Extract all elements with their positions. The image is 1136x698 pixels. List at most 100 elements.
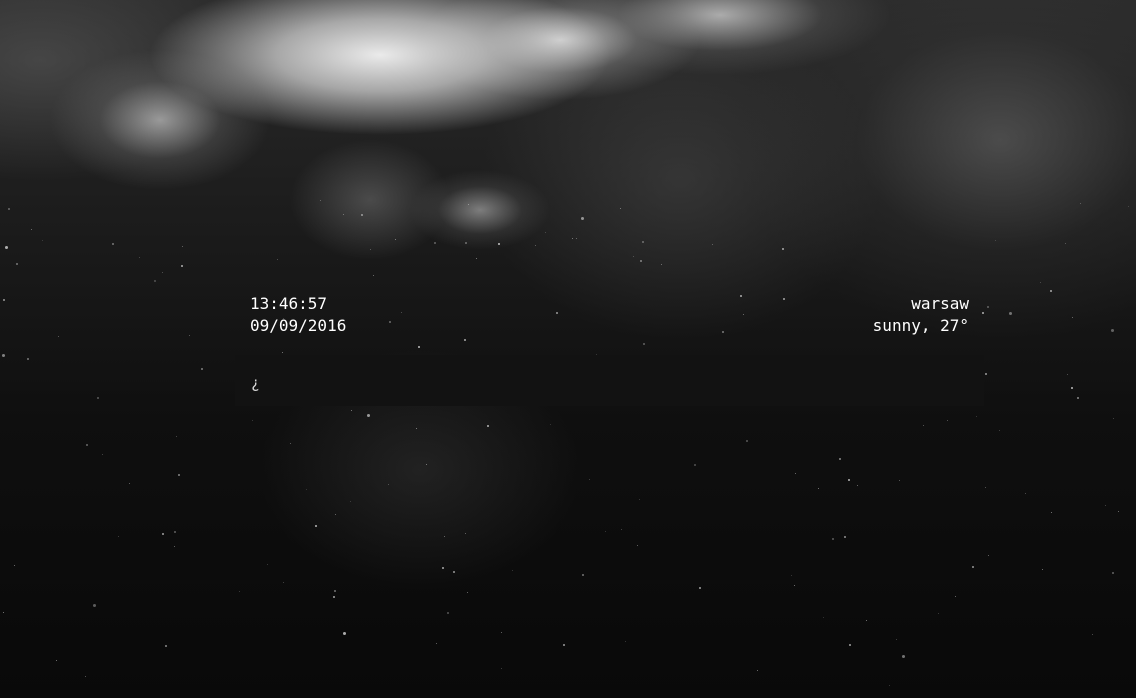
star <box>640 260 642 262</box>
star <box>582 574 584 576</box>
star <box>162 272 163 273</box>
star <box>14 565 15 566</box>
star <box>987 306 989 308</box>
star <box>1067 374 1068 375</box>
star <box>267 564 268 565</box>
star <box>985 487 986 488</box>
star <box>320 200 321 201</box>
star <box>639 499 640 500</box>
star <box>1113 418 1114 419</box>
star <box>58 336 59 337</box>
star <box>343 214 344 215</box>
star <box>976 416 977 417</box>
star <box>350 501 351 502</box>
star <box>896 639 897 640</box>
star <box>174 546 175 547</box>
star <box>97 397 99 399</box>
star <box>85 676 86 677</box>
star <box>849 644 851 646</box>
command-prompt-bar[interactable]: ¿ <box>235 355 984 406</box>
star <box>605 531 606 532</box>
star <box>1009 312 1012 315</box>
star <box>442 567 444 569</box>
star <box>923 425 924 426</box>
star <box>367 414 370 417</box>
star <box>712 244 713 245</box>
clock-block: 13:46:57 09/09/2016 <box>250 293 346 337</box>
star <box>8 208 10 210</box>
weather-city: warsaw <box>911 294 969 313</box>
star <box>572 238 573 239</box>
star <box>694 464 696 466</box>
star <box>512 570 513 571</box>
star <box>162 533 164 535</box>
star <box>315 525 317 527</box>
star <box>290 443 291 444</box>
star <box>795 473 796 474</box>
star <box>633 256 634 257</box>
star <box>1042 569 1043 570</box>
star <box>782 248 784 250</box>
star <box>444 536 445 537</box>
star <box>1072 317 1073 318</box>
star <box>3 612 4 613</box>
star <box>16 263 18 265</box>
clock-time: 13:46:57 <box>250 294 328 313</box>
star <box>487 425 489 427</box>
star <box>182 246 183 247</box>
star <box>621 529 622 530</box>
star <box>306 489 307 490</box>
star <box>1128 206 1129 207</box>
star <box>388 484 389 485</box>
star <box>589 479 590 480</box>
star <box>283 582 284 583</box>
star <box>985 373 987 375</box>
info-row: 13:46:57 09/09/2016 warsaw sunny, 27° <box>235 293 984 355</box>
star <box>839 458 841 460</box>
star <box>988 555 989 556</box>
star <box>999 430 1000 431</box>
command-input[interactable] <box>266 365 984 396</box>
star <box>436 643 437 644</box>
star <box>373 275 374 276</box>
star <box>848 479 850 481</box>
star <box>563 644 565 646</box>
star <box>1112 572 1114 574</box>
star <box>178 474 180 476</box>
star <box>818 488 819 489</box>
star <box>2 354 5 357</box>
star <box>938 613 939 614</box>
star <box>637 545 638 546</box>
star <box>351 410 352 411</box>
star <box>467 592 468 593</box>
star <box>501 632 502 633</box>
star <box>468 204 469 205</box>
star <box>5 246 8 249</box>
star <box>426 464 427 465</box>
star <box>995 240 996 241</box>
star <box>139 257 140 258</box>
startpage-panel: 13:46:57 09/09/2016 warsaw sunny, 27° ¿ <box>235 293 984 406</box>
star <box>465 242 467 244</box>
star <box>844 536 846 538</box>
star <box>174 531 176 533</box>
star <box>746 440 748 442</box>
star <box>899 480 900 481</box>
star <box>857 485 858 486</box>
star <box>699 587 701 589</box>
star <box>56 660 57 661</box>
star <box>333 596 335 598</box>
weather-condition: sunny, 27° <box>872 316 969 335</box>
star <box>3 299 5 301</box>
star <box>361 214 363 216</box>
star <box>902 655 905 658</box>
star <box>112 243 114 245</box>
star <box>252 420 253 421</box>
star <box>334 590 336 592</box>
star <box>129 483 130 484</box>
star <box>277 259 278 260</box>
star <box>118 536 119 537</box>
star <box>27 358 29 360</box>
star <box>550 424 551 425</box>
star <box>791 575 792 576</box>
